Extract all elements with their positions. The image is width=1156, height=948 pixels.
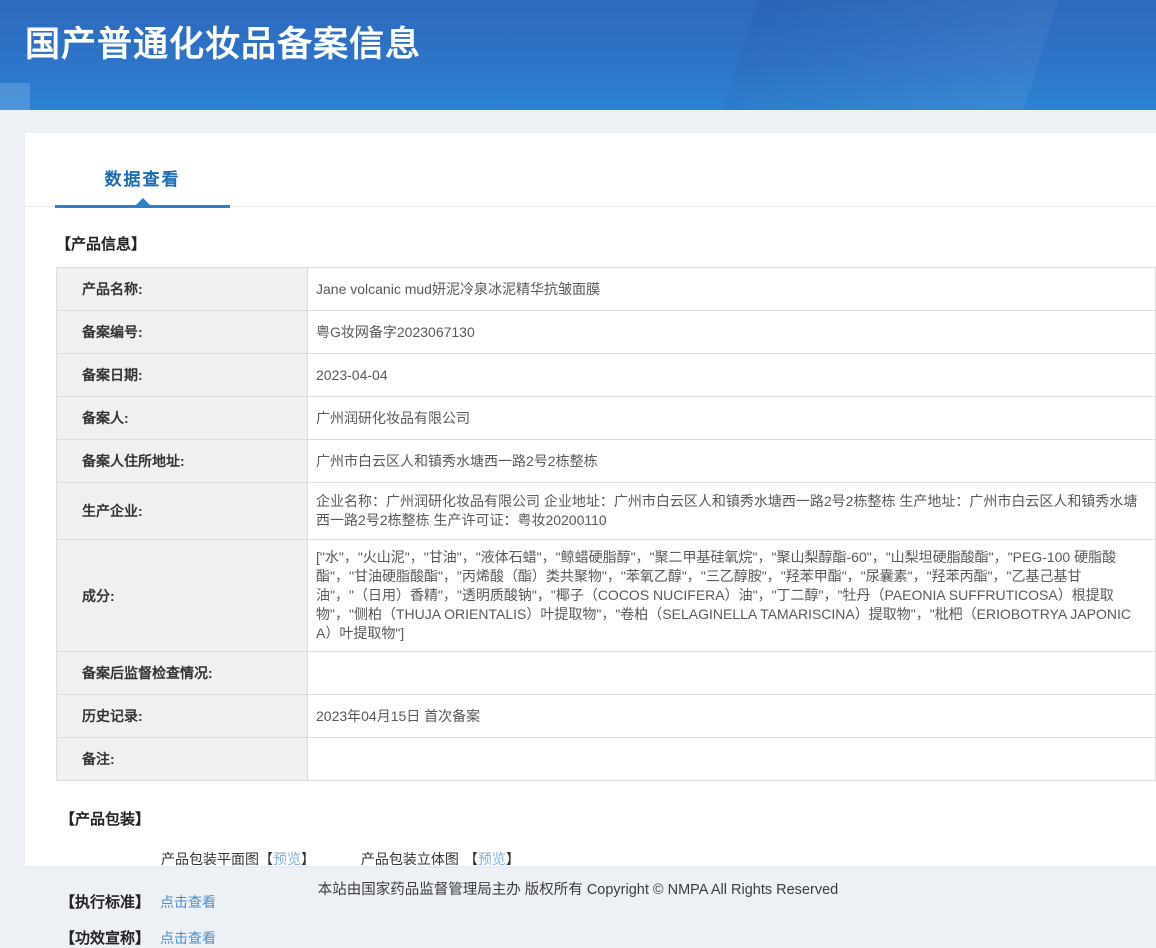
row-value: 2023年04月15日 首次备案: [308, 695, 1156, 738]
row-value: 企业名称：广州润研化妆品有限公司 企业地址：广州市白云区人和镇秀水塘西一路2号2…: [308, 483, 1156, 540]
tab-data-view-label: 数据查看: [105, 170, 181, 189]
product-info-section-title: 【产品信息】: [56, 233, 1156, 254]
main-content-card: 数据查看 【产品信息】 产品名称: Jane volcanic mud妍泥冷泉冰…: [25, 133, 1156, 866]
table-row-registration-number: 备案编号: 粤G妆网备字2023067130: [57, 311, 1156, 354]
row-label: 备案人住所地址:: [57, 440, 308, 483]
standard-section-title: 【执行标准】: [60, 894, 150, 911]
bracket-open: 【: [464, 851, 478, 867]
row-label: 备案编号:: [57, 311, 308, 354]
packaging-stereo-label: 产品包装立体图: [361, 851, 459, 867]
row-value: 广州市白云区人和镇秀水塘西一路2号2栋整栋: [308, 440, 1156, 483]
row-label: 成分:: [57, 540, 308, 652]
bracket-open: 【: [259, 851, 273, 867]
banner-decoration-square: [0, 83, 30, 110]
table-row-history: 历史记录: 2023年04月15日 首次备案: [57, 695, 1156, 738]
row-label: 备案人:: [57, 397, 308, 440]
row-label: 备案日期:: [57, 354, 308, 397]
packaging-flat-preview-link[interactable]: 预览: [273, 851, 301, 867]
row-label: 备注:: [57, 738, 308, 781]
packaging-stereo-preview-link[interactable]: 预览: [478, 851, 506, 867]
page-header-banner: 国产普通化妆品备案信息: [0, 0, 1156, 110]
content-area: 【产品信息】 产品名称: Jane volcanic mud妍泥冷泉冰泥精华抗皱…: [25, 207, 1156, 948]
bracket-close: 】: [301, 851, 315, 867]
tab-bar: 数据查看: [25, 133, 1156, 207]
table-row-supervision: 备案后监督检查情况:: [57, 652, 1156, 695]
row-value: [308, 652, 1156, 695]
packaging-stereo-item: 产品包装立体图【预览】: [361, 849, 520, 869]
row-label: 产品名称:: [57, 268, 308, 311]
table-row-product-name: 产品名称: Jane volcanic mud妍泥冷泉冰泥精华抗皱面膜: [57, 268, 1156, 311]
bracket-close: 】: [506, 851, 520, 867]
table-row-registrant: 备案人: 广州润研化妆品有限公司: [57, 397, 1156, 440]
row-value: 2023-04-04: [308, 354, 1156, 397]
table-row-remarks: 备注:: [57, 738, 1156, 781]
row-value: [308, 738, 1156, 781]
tab-active-triangle-icon: [136, 198, 150, 205]
efficacy-view-link[interactable]: 点击查看: [160, 930, 216, 946]
efficacy-section-title: 【功效宣称】: [60, 930, 150, 947]
row-label: 备案后监督检查情况:: [57, 652, 308, 695]
efficacy-line: 【功效宣称】点击查看: [60, 927, 1156, 948]
product-info-table: 产品名称: Jane volcanic mud妍泥冷泉冰泥精华抗皱面膜 备案编号…: [56, 267, 1156, 781]
packaging-flat-item: 产品包装平面图【预览】: [161, 849, 315, 869]
row-value: ["水"，"火山泥"，"甘油"，"液体石蜡"，"鲸蜡硬脂醇"，"聚二甲基硅氧烷"…: [308, 540, 1156, 652]
table-row-ingredients: 成分: ["水"，"火山泥"，"甘油"，"液体石蜡"，"鲸蜡硬脂醇"，"聚二甲基…: [57, 540, 1156, 652]
row-label: 生产企业:: [57, 483, 308, 540]
packaging-flat-label: 产品包装平面图: [161, 851, 259, 867]
banner-decoration: [700, 0, 1071, 110]
row-value: 广州润研化妆品有限公司: [308, 397, 1156, 440]
row-value: Jane volcanic mud妍泥冷泉冰泥精华抗皱面膜: [308, 268, 1156, 311]
tab-data-view[interactable]: 数据查看: [55, 165, 230, 208]
row-value: 粤G妆网备字2023067130: [308, 311, 1156, 354]
table-row-registration-date: 备案日期: 2023-04-04: [57, 354, 1156, 397]
standard-view-link[interactable]: 点击查看: [160, 894, 216, 910]
table-row-registrant-address: 备案人住所地址: 广州市白云区人和镇秀水塘西一路2号2栋整栋: [57, 440, 1156, 483]
row-label: 历史记录:: [57, 695, 308, 738]
packaging-section-title: 【产品包装】: [60, 808, 1156, 829]
table-row-manufacturer: 生产企业: 企业名称：广州润研化妆品有限公司 企业地址：广州市白云区人和镇秀水塘…: [57, 483, 1156, 540]
